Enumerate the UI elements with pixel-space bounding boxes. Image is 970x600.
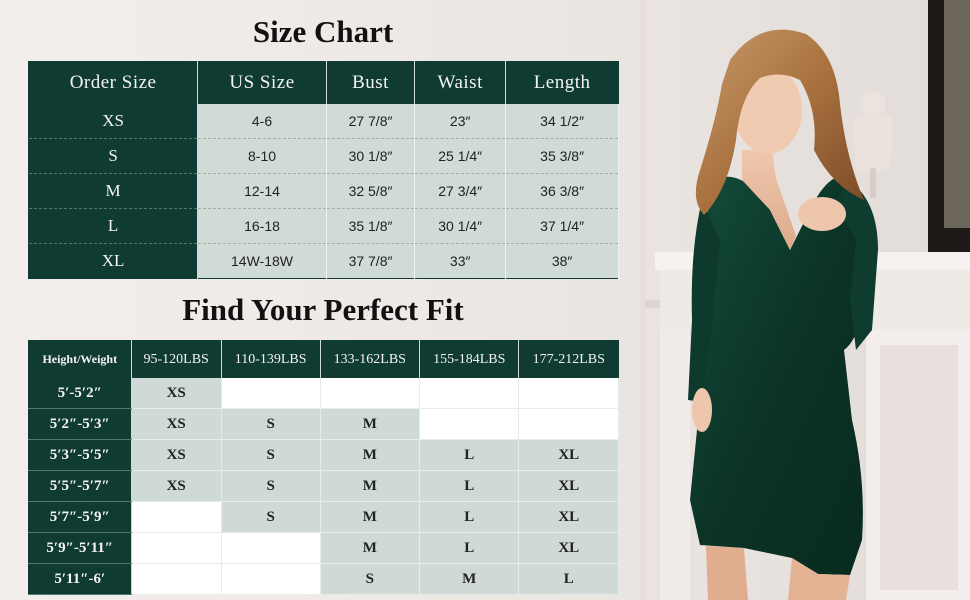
table-row: M 12-14 32 5/8″ 27 3/4″ 36 3/8″ [28,173,619,209]
table-row: 5′2″-5′3″ XS S M [28,408,619,440]
bust-cell: 37 7/8″ [326,243,416,279]
table-row: XS 4-6 27 7/8″ 23″ 34 1/2″ [28,104,619,139]
size-chart-header-row: Order Size US Size Bust Waist Length [28,61,619,104]
column-header: Waist [414,61,507,104]
weight-header: 95-120LBS [131,340,222,378]
us-size-cell: 8-10 [197,138,327,174]
size-cell: S [221,439,321,471]
size-cell: S [221,408,321,440]
order-size-cell: L [28,208,199,244]
table-row: XL 14W-18W 37 7/8″ 33″ 38″ [28,243,619,279]
column-header: Bust [326,61,416,104]
height-weight-corner: Height/Weight [28,340,132,378]
length-cell: 38″ [505,243,619,279]
table-row: 5′7″-5′9″ S M L XL [28,501,619,533]
order-size-cell: S [28,138,199,174]
height-cell: 5′3″-5′5″ [28,439,132,471]
size-cell: L [518,563,619,595]
waist-cell: 27 3/4″ [414,173,507,209]
size-cell: XL [518,501,619,533]
size-cell [131,532,222,564]
us-size-cell: 4-6 [197,104,327,139]
size-cell: XL [518,532,619,564]
size-cell [419,378,520,409]
size-cell: L [419,470,520,502]
us-size-cell: 12-14 [197,173,327,209]
table-row: 5′-5′2″ XS [28,378,619,409]
column-header: Length [505,61,619,104]
order-size-cell: XL [28,243,199,279]
table-row: 5′3″-5′5″ XS S M L XL [28,439,619,471]
column-header: US Size [197,61,327,104]
length-cell: 36 3/8″ [505,173,619,209]
size-cell [131,563,222,595]
height-cell: 5′7″-5′9″ [28,501,132,533]
fit-chart-header-row: Height/Weight 95-120LBS 110-139LBS 133-1… [28,340,619,378]
waist-cell: 25 1/4″ [414,138,507,174]
bust-cell: 32 5/8″ [326,173,416,209]
size-cell: M [320,470,421,502]
height-cell: 5′11″-6′ [28,563,132,595]
size-cell: S [320,563,421,595]
fit-chart-title: Find Your Perfect Fit [182,292,464,327]
length-cell: 34 1/2″ [505,104,619,139]
size-cell: XL [518,470,619,502]
column-header: Order Size [28,61,199,104]
size-cell: M [320,439,421,471]
size-cell: XL [518,439,619,471]
table-row: 5′5″-5′7″ XS S M L XL [28,470,619,502]
length-cell: 35 3/8″ [505,138,619,174]
bust-cell: 27 7/8″ [326,104,416,139]
size-cell: M [320,532,421,564]
size-cell: M [320,501,421,533]
table-row: L 16-18 35 1/8″ 30 1/4″ 37 1/4″ [28,208,619,244]
length-cell: 37 1/4″ [505,208,619,244]
us-size-cell: 14W-18W [197,243,327,279]
bust-cell: 30 1/8″ [326,138,416,174]
weight-header: 177-212LBS [518,340,619,378]
height-cell: 5′5″-5′7″ [28,470,132,502]
waist-cell: 33″ [414,243,507,279]
size-cell: M [419,563,520,595]
waist-cell: 30 1/4″ [414,208,507,244]
size-cell: M [320,408,421,440]
size-cell: L [419,501,520,533]
table-row: S 8-10 30 1/8″ 25 1/4″ 35 3/8″ [28,138,619,174]
fit-chart-table: Height/Weight 95-120LBS 110-139LBS 133-1… [28,340,619,595]
size-cell [320,378,421,409]
weight-header: 133-162LBS [320,340,421,378]
size-cell: L [419,532,520,564]
size-chart-title: Size Chart [252,14,394,49]
bust-cell: 35 1/8″ [326,208,416,244]
size-cell: XS [131,378,222,409]
size-cell [221,563,321,595]
height-cell: 5′-5′2″ [28,378,132,409]
weight-header: 110-139LBS [221,340,321,378]
order-size-cell: XS [28,104,199,139]
waist-cell: 23″ [414,104,507,139]
size-cell [518,408,619,440]
us-size-cell: 16-18 [197,208,327,244]
size-cell: L [419,439,520,471]
weight-header: 155-184LBS [419,340,520,378]
size-cell [131,501,222,533]
size-cell: XS [131,470,222,502]
size-cell [419,408,520,440]
size-cell: S [221,501,321,533]
table-row: 5′9″-5′11″ M L XL [28,532,619,564]
size-cell [221,378,321,409]
height-cell: 5′2″-5′3″ [28,408,132,440]
size-cell [221,532,321,564]
size-chart-table: Order Size US Size Bust Waist Length XS … [28,61,619,279]
size-cell [518,378,619,409]
size-cell: XS [131,408,222,440]
table-row: 5′11″-6′ S M L [28,563,619,595]
height-cell: 5′9″-5′11″ [28,532,132,564]
order-size-cell: M [28,173,199,209]
size-cell: S [221,470,321,502]
size-cell: XS [131,439,222,471]
